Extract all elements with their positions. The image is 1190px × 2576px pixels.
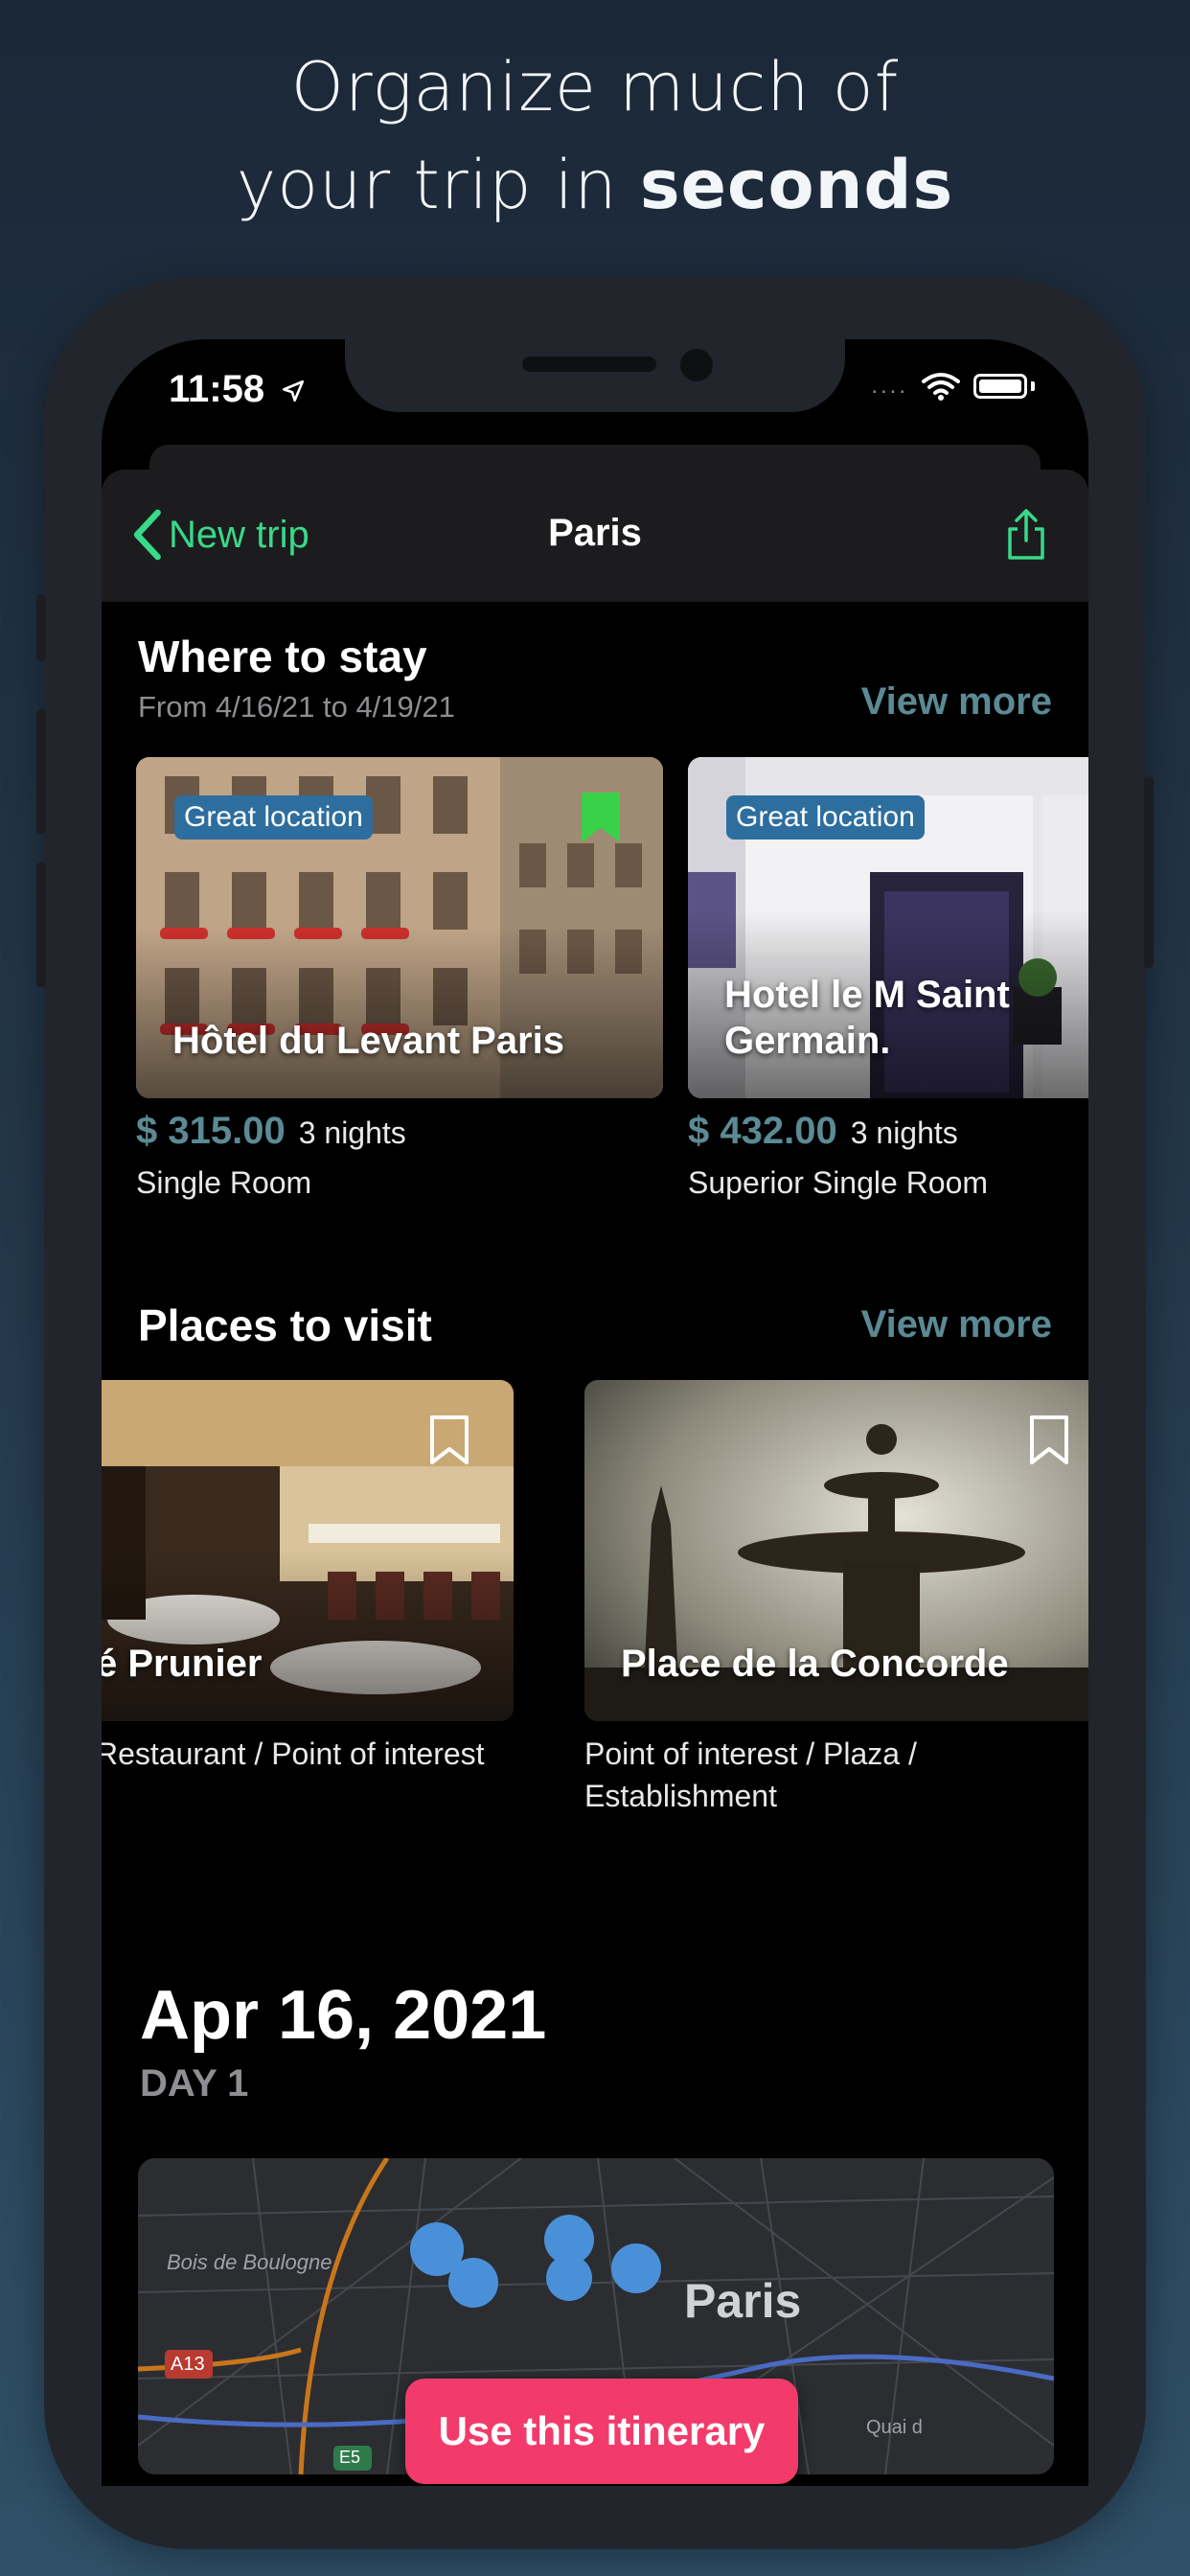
price: $ 432.00 (688, 1110, 837, 1152)
use-itinerary-button[interactable]: Use this itinerary (405, 2379, 798, 2484)
status-indicators: .... (871, 372, 1035, 401)
hotel-name: Hôtel du Levant Paris (172, 1020, 564, 1062)
place-card-1[interactable]: é Prunier (102, 1380, 514, 1721)
places-view-more-link[interactable]: View more (861, 1303, 1052, 1346)
hotel-card-1[interactable]: Great location Hôtel du Levant Paris (136, 757, 663, 1098)
hotel-badge: Great location (174, 795, 373, 840)
battery-tip (1031, 381, 1035, 391)
headline-prefix: your trip in (236, 146, 640, 224)
map-label-quai: Quai d (866, 2417, 923, 2438)
bookmark-outline-icon[interactable] (1027, 1413, 1071, 1468)
map-label-paris: Paris (684, 2274, 802, 2328)
hotel-price-2: $ 432.00 3 nights (688, 1110, 958, 1153)
hotel-badge: Great location (726, 795, 925, 840)
room-type: Superior Single Room (688, 1165, 989, 1200)
time-text: 11:58 (169, 368, 265, 410)
day-label: DAY 1 (140, 2062, 249, 2104)
status-time: 11:58 (169, 368, 306, 411)
share-icon[interactable] (1002, 508, 1050, 562)
speaker (522, 356, 656, 372)
wifi-icon (922, 373, 960, 401)
volume-up-button (36, 709, 46, 834)
trip-content: Where to stay From 4/16/21 to 4/19/21 Vi… (102, 602, 1088, 2486)
mute-switch (36, 594, 46, 661)
map-label-e5: E5 (339, 2448, 361, 2467)
place-card-2[interactable]: Place de la Concorde (584, 1380, 1088, 1721)
headline-bold: seconds (639, 146, 954, 224)
price: $ 315.00 (136, 1110, 286, 1152)
place-name: Place de la Concorde (621, 1643, 1009, 1685)
places-title: Places to visit (138, 1300, 432, 1350)
promo-headline: Organize much of your trip in seconds (0, 38, 1190, 234)
navigation-bar: New trip Paris (102, 470, 1088, 602)
headline-line-1: Organize much of (290, 48, 900, 126)
front-camera (680, 349, 713, 381)
notch (345, 339, 845, 412)
stay-title: Where to stay (138, 632, 427, 681)
cellular-signal: .... (871, 373, 908, 399)
headline-line-2: your trip in seconds (0, 136, 1190, 234)
hotel-card-2[interactable]: Great location Hotel le M Saint Germain. (688, 757, 1088, 1098)
nights: 3 nights (850, 1116, 958, 1150)
hotel-price-1: $ 315.00 3 nights (136, 1110, 406, 1153)
place-category: Point of interest / Plaza / Establishmen… (584, 1736, 917, 1813)
location-arrow-icon (283, 380, 305, 402)
phone-frame: 11:58 .... New trip Paris Where to stay … (36, 278, 1154, 2549)
bookmark-outline-icon[interactable] (427, 1413, 471, 1468)
power-button (1144, 776, 1154, 968)
place-category: Restaurant / Point of interest (102, 1736, 485, 1771)
nights: 3 nights (298, 1116, 406, 1150)
battery-icon (973, 374, 1027, 399)
volume-down-button (36, 862, 46, 987)
place-name: é Prunier (102, 1643, 263, 1685)
stay-dates: From 4/16/21 to 4/19/21 (138, 690, 455, 724)
room-type: Single Room (136, 1165, 312, 1200)
map-label-a13: A13 (171, 2354, 205, 2375)
bookmark-filled-icon[interactable] (579, 790, 623, 845)
hotel-name: Hotel le M Saint Germain. (724, 974, 1010, 1062)
stay-view-more-link[interactable]: View more (861, 680, 1052, 724)
nav-title: Paris (548, 512, 642, 554)
map-label-bois: Bois de Boulogne (167, 2250, 332, 2274)
phone-screen: 11:58 .... New trip Paris Where to stay … (102, 339, 1088, 2486)
day-date: Apr 16, 2021 (140, 1977, 547, 2054)
